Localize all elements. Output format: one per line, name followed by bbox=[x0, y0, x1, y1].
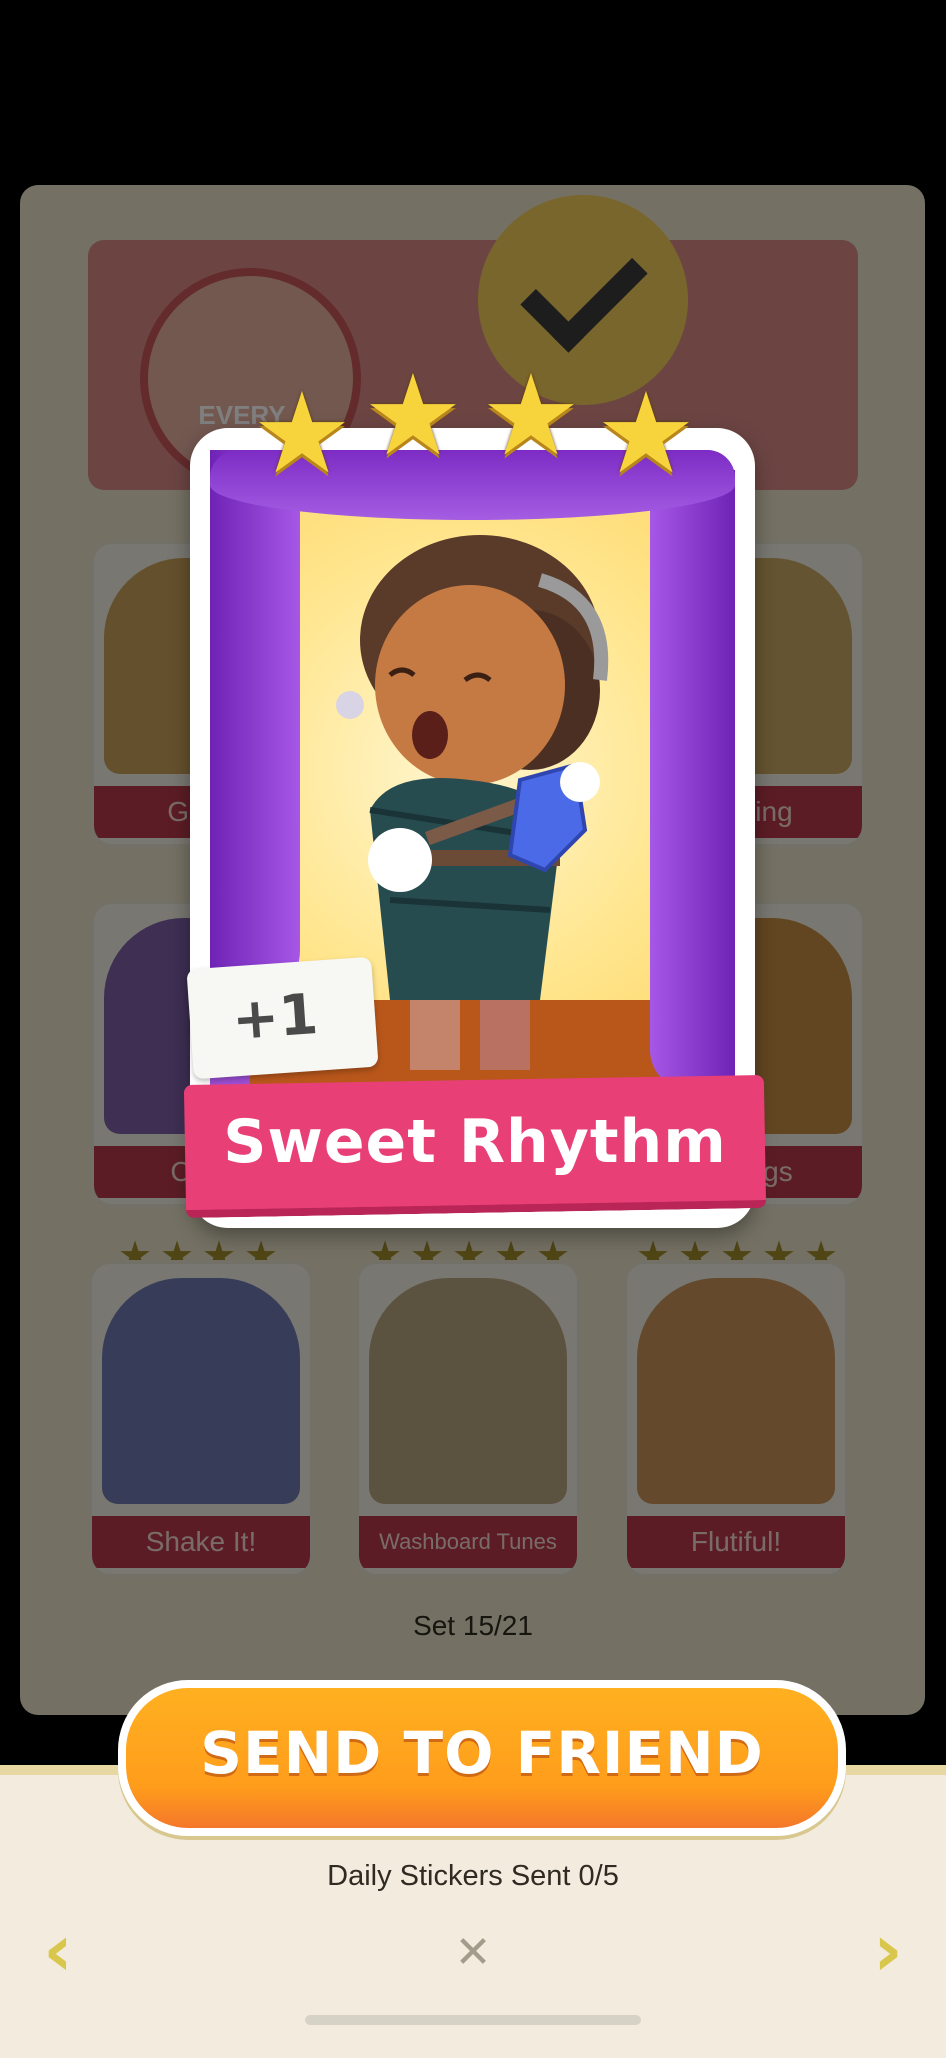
daily-stickers-status: Daily Stickers Sent 0/5 bbox=[327, 1860, 619, 1892]
home-indicator bbox=[305, 2015, 641, 2025]
next-arrow-icon[interactable]: › bbox=[858, 1914, 918, 1986]
curtain-left bbox=[210, 450, 300, 1010]
previous-arrow-icon[interactable]: ‹ bbox=[28, 1914, 88, 1986]
duplicate-count-label: +1 bbox=[229, 982, 321, 1053]
curtain-right bbox=[650, 470, 735, 1090]
star-icon: ★ bbox=[251, 369, 353, 499]
star-icon: ★ bbox=[595, 369, 697, 499]
close-icon[interactable]: ✕ bbox=[445, 1925, 501, 1981]
star-icon: ★ bbox=[480, 351, 582, 481]
send-to-friend-label: SEND TO FRIEND bbox=[200, 1719, 764, 1787]
singer-character-illustration bbox=[336, 535, 609, 1070]
star-icon: ★ bbox=[362, 351, 464, 481]
sticker-name: Sweet Rhythm bbox=[223, 1107, 727, 1177]
